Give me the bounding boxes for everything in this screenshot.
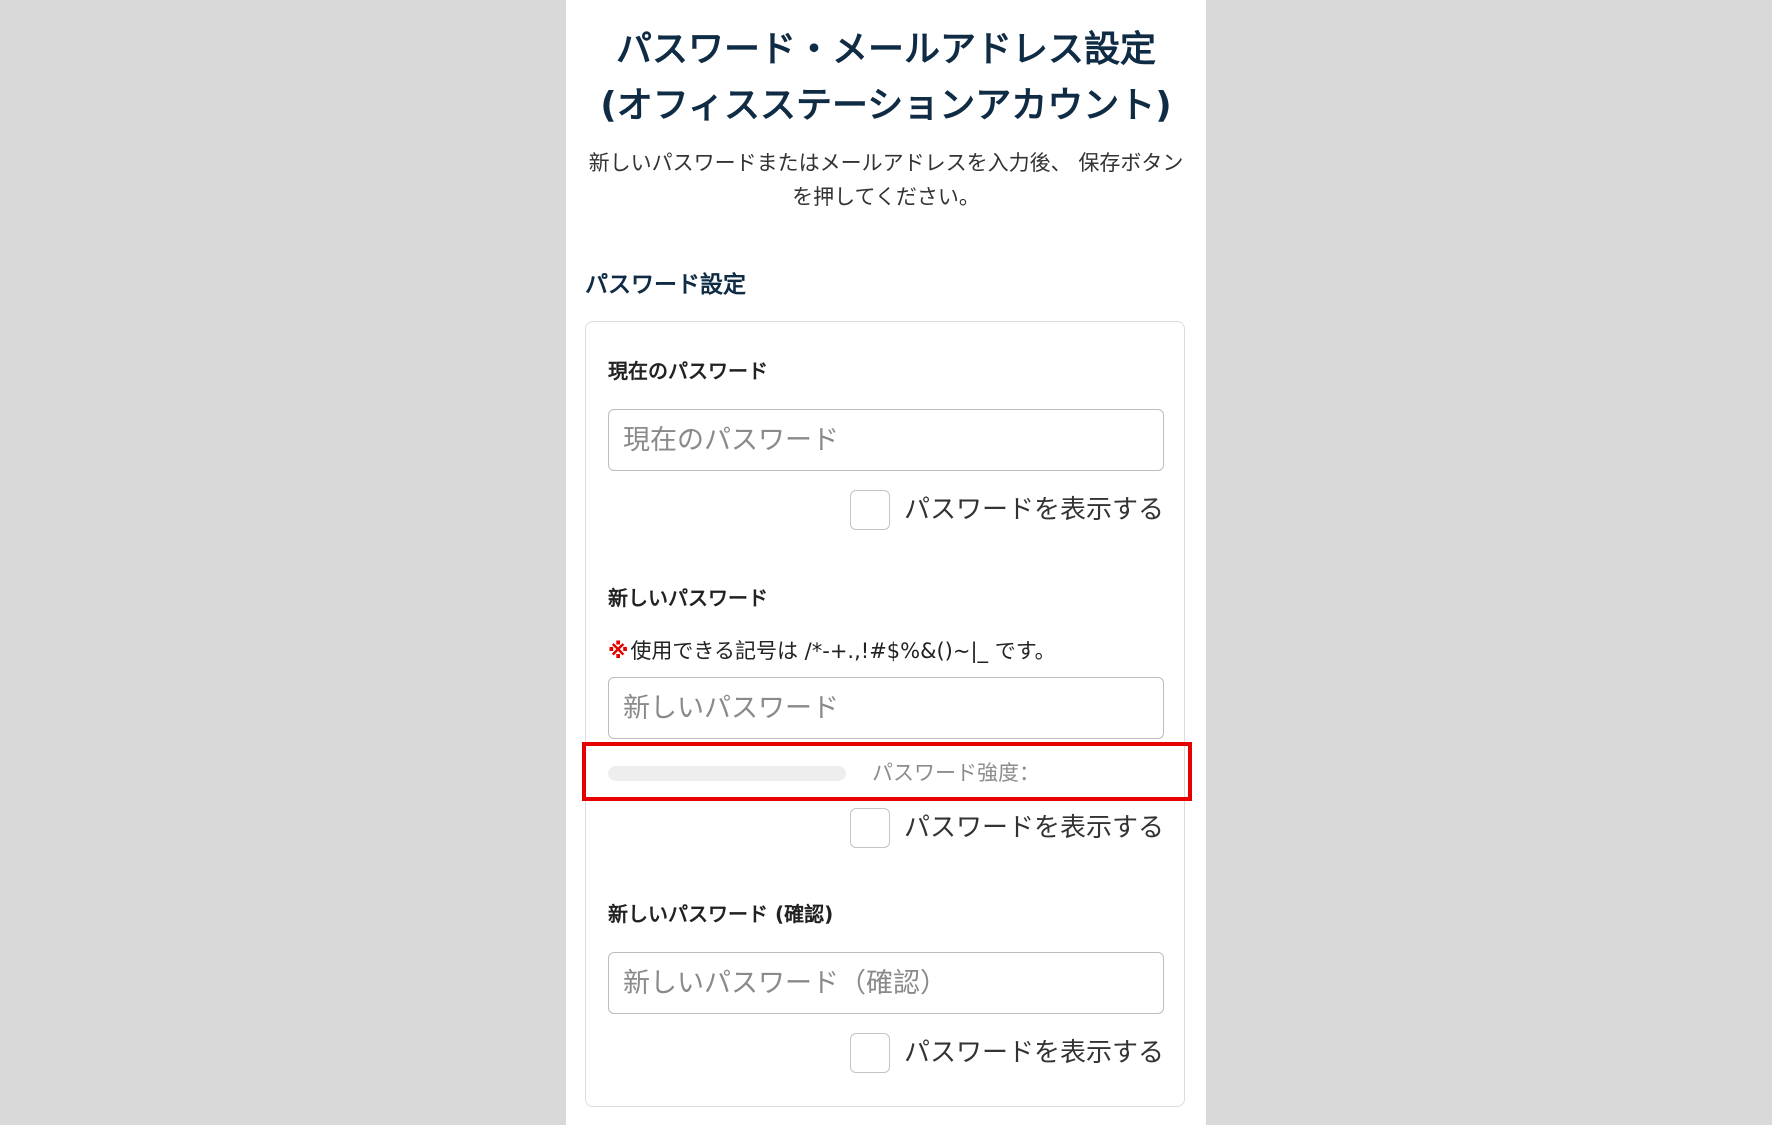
new-password-input[interactable] — [608, 677, 1164, 739]
current-password-show-checkbox[interactable] — [849, 490, 890, 530]
settings-panel: パスワード・メールアドレス設定 (オフィスステーションアカウント) 新しいパスワ… — [566, 0, 1206, 1125]
confirm-password-show-checkbox[interactable] — [849, 1033, 890, 1073]
confirm-password-label: 新しいパスワード (確認) — [608, 902, 834, 926]
note-text: 使用できる記号は /*-+.,!#$%&()~|_ です。 — [630, 639, 1056, 663]
current-password-show-label[interactable]: パスワードを表示する — [904, 489, 1164, 531]
page-description: 新しいパスワードまたはメールアドレスを入力後、 保存ボタンを押してください。 — [588, 151, 1184, 209]
confirm-password-show-label[interactable]: パスワードを表示する — [904, 1032, 1164, 1074]
page-title-line2: (オフィスステーションアカウント) — [600, 85, 1172, 126]
current-password-input[interactable] — [608, 409, 1164, 471]
current-password-label: 現在のパスワード — [608, 359, 768, 383]
new-password-show-checkbox[interactable] — [849, 808, 890, 848]
new-password-show-toggle[interactable]: パスワードを表示する — [849, 807, 1164, 849]
confirm-password-show-toggle[interactable]: パスワードを表示する — [849, 1032, 1164, 1074]
confirm-password-input[interactable] — [608, 952, 1164, 1014]
password-strength-bar — [608, 765, 846, 781]
page-title-line1: パスワード・メールアドレス設定 — [615, 29, 1156, 70]
note-mark: ※ — [608, 639, 629, 663]
current-password-show-toggle[interactable]: パスワードを表示する — [849, 489, 1164, 531]
password-section-heading: パスワード設定 — [585, 272, 746, 298]
allowed-symbols-note: ※使用できる記号は /*-+.,!#$%&()~|_ です。 — [608, 636, 1056, 666]
new-password-label: 新しいパスワード — [608, 586, 768, 610]
new-password-show-label[interactable]: パスワードを表示する — [904, 807, 1164, 849]
password-strength-label: パスワード強度： — [872, 761, 1040, 785]
page-title: パスワード・メールアドレス設定 (オフィスステーションアカウント) — [566, 22, 1206, 134]
password-strength-meter: パスワード強度： — [608, 758, 1164, 788]
